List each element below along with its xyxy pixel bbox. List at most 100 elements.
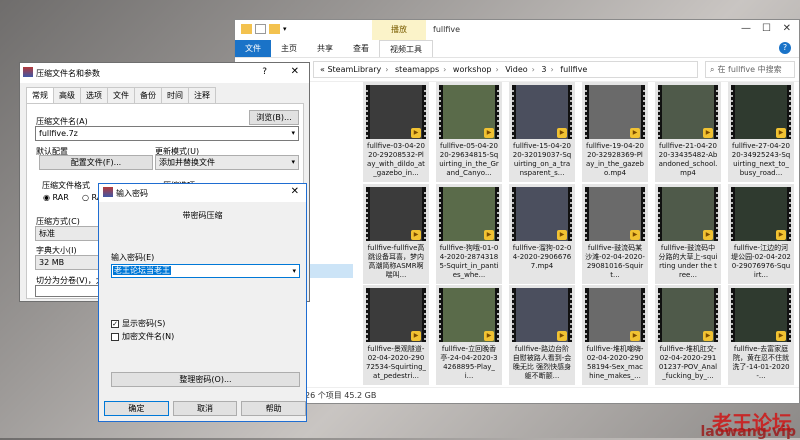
file-tile[interactable]: ▶ fullfive-03-04-2020-29208532-Play_with_… [363,82,429,182]
file-tile[interactable]: ▶ fullfive-19-04-2020-32928369-Play_in_th… [582,82,648,182]
tab-time[interactable]: 时间 [161,87,189,103]
video-thumbnail: ▶ [658,288,718,343]
folder-icon[interactable] [241,24,252,34]
file-tile[interactable]: ▶ fullfive-鼓流码某沙滩-02-04-2020-29081016-Squ… [582,183,648,284]
breadcrumb-item[interactable]: Video [505,65,527,74]
breadcrumb-item[interactable]: steamapps [395,65,439,74]
file-name: fullfive-路边台阶自慰被路人看到-会晚无比 强烈快感身躯不断颤... [512,345,572,381]
file-tile[interactable]: ▶ fullfive-fullfive高跳设备耳喜，梦内高潮简称ASMR啊喘叫..… [363,183,429,284]
password-input[interactable]: 老王论坛当老王 ▾ [111,264,300,278]
close-icon[interactable]: ✕ [291,66,299,77]
cancel-button[interactable]: 取消 [172,401,238,416]
file-tile[interactable]: ▶ fullfive-堆机肛交-02-04-2020-29101237-POV_A… [655,285,721,386]
minimize-icon[interactable]: — [741,23,751,34]
file-tile[interactable]: ▶ fullfive-江边的河堤公园-02-04-2020-29076976-Sq… [728,183,794,284]
tab-options[interactable]: 选项 [80,87,108,103]
split-input[interactable] [35,285,105,297]
show-password-checkbox[interactable]: ✓ 显示密码(S) [111,318,165,329]
play-icon: ▶ [703,229,713,240]
breadcrumb-item[interactable]: SteamLibrary [327,65,381,74]
update-mode-select[interactable]: 添加并替换文件 ▾ [155,155,299,170]
tab-backup[interactable]: 备份 [134,87,162,103]
close-icon[interactable]: ✕ [291,186,299,197]
encrypt-names-checkbox[interactable]: 加密文件名(N) [111,331,174,342]
file-tile[interactable]: ▶ fullfive-27-04-2020-34925243-Squirting_… [728,82,794,182]
ok-button[interactable]: 确定 [104,401,169,416]
manage-passwords-button[interactable]: 整理密码(O)... [111,372,300,387]
video-thumbnail: ▶ [658,85,718,139]
address-row: ← → ˅ ↑ « SteamLibrary› steamapps› works… [235,58,799,82]
context-tab-play[interactable]: 播放 [372,20,426,40]
profile-button[interactable]: 配置文件(F)... [39,155,153,170]
file-tile[interactable]: ▶ fullfive-堆机嘲嗨-02-04-2020-29058194-Sex_m… [582,285,648,386]
video-thumbnail: ▶ [366,85,426,139]
maximize-icon[interactable]: ☐ [762,23,771,34]
tab-view[interactable]: 查看 [343,40,379,57]
new-folder-icon[interactable] [269,24,280,34]
breadcrumb-item[interactable]: fullfive [560,65,587,74]
help-icon[interactable]: ? [262,67,267,77]
file-tile[interactable]: ▶ fullfive-鼓流码中分路的大草上-squirting under the… [655,183,721,284]
chevron-down-icon[interactable]: ▾ [283,24,294,34]
video-thumbnail: ▶ [731,186,791,241]
tab-share[interactable]: 共享 [307,40,343,57]
method-select[interactable]: 标准 [35,226,105,241]
tab-comment[interactable]: 注释 [188,87,216,103]
file-grid: ▶ fullfive-03-04-2020-29208532-Play_with_… [363,82,795,386]
help-button[interactable]: 帮助 [241,401,307,416]
tab-advanced[interactable]: 高级 [53,87,81,103]
play-icon: ▶ [411,128,421,138]
archive-name-input[interactable]: fullfive.7z ▾ [35,126,299,141]
video-thumbnail: ▶ [658,186,718,241]
file-name: fullfive-堆机肛交-02-04-2020-29101237-POV_An… [658,345,718,381]
dict-select[interactable]: 32 MB [35,255,105,270]
file-tile[interactable]: ▶ fullfive-15-04-2020-32019037-Squirting_… [509,82,575,182]
video-thumbnail: ▶ [512,288,572,343]
file-name: fullfive-立回晚香亭-24-04-2020-34268895-Play_… [440,345,498,381]
archive-tabs: 常规 高级 选项 文件 备份 时间 注释 [26,87,216,104]
play-icon: ▶ [630,229,640,240]
play-icon: ▶ [484,128,494,138]
tab-video-tools[interactable]: 视频工具 [379,40,433,57]
search-input[interactable]: ⌕ 在 fullfive 中搜索 [705,61,795,78]
file-tile[interactable]: ▶ fullfive-去富家庭院，黄在忍不住就洗了-14-01-2020-... [728,285,794,386]
play-icon: ▶ [630,128,640,138]
file-tile[interactable]: ▶ fullfive-狗哦-01-04-2020-28743185-Squirt_… [436,183,502,284]
breadcrumb-item[interactable]: workshop [453,65,492,74]
tab-file[interactable]: 文件 [235,40,271,57]
chevron-down-icon[interactable]: ▾ [291,127,295,140]
file-tile[interactable]: ▶ fullfive-景观隧道-02-04-2020-29072534-Squir… [363,285,429,386]
breadcrumb-item[interactable]: 3 [541,65,546,74]
help-icon[interactable]: ? [779,42,791,54]
chevron-down-icon[interactable]: ▾ [291,156,295,169]
show-password-label: 显示密码(S) [122,319,166,328]
file-tile[interactable]: ▶ fullfive-溜狗-02-04-2020-29066767.mp4 [509,183,575,284]
file-name: fullfive-溜狗-02-04-2020-29066767.mp4 [512,243,572,270]
password-dialog-title: 输入密码 [116,189,148,198]
file-tile[interactable]: ▶ fullfive-路边台阶自慰被路人看到-会晚无比 强烈快感身躯不断颤... [509,285,575,386]
format-rar-radio[interactable]: ◉ RAR [43,193,69,202]
file-name: fullfive-05-04-2020-29634815-Squirting_i… [439,142,499,177]
checkbox-empty-icon [111,332,119,341]
explorer-titlebar: ▾ 播放 fullfive — ☐ ✕ [235,20,799,40]
file-tile[interactable]: ▶ fullfive-21-04-2020-33435482-Abandoned_… [655,82,721,182]
play-icon: ▶ [557,331,567,342]
browse-button[interactable]: 浏览(B)... [249,110,299,125]
format-label: 压缩文件格式 [42,181,90,190]
video-thumbnail: ▶ [585,85,645,139]
address-bar[interactable]: « SteamLibrary › steamapps › workshop › Vid… [313,61,698,78]
search-placeholder: 在 fullfive 中搜索 [717,65,782,74]
video-thumbnail: ▶ [439,85,499,139]
video-thumbnail: ▶ [512,186,572,241]
file-tile[interactable]: ▶ fullfive-立回晚香亭-24-04-2020-34268895-Play… [436,285,502,386]
file-tile[interactable]: ▶ fullfive-05-04-2020-29634815-Squirting_… [436,82,502,182]
tab-home[interactable]: 主页 [271,40,307,57]
properties-icon[interactable] [255,24,266,34]
close-icon[interactable]: ✕ [783,23,791,34]
file-name: fullfive-27-04-2020-34925243-Squirting_n… [731,142,791,177]
password-dialog-titlebar: 输入密码 ✕ [99,184,306,202]
file-name: fullfive-去富家庭院，黄在忍不住就洗了-14-01-2020-... [732,345,790,381]
tab-files[interactable]: 文件 [107,87,135,103]
chevron-down-icon[interactable]: ▾ [292,265,296,277]
tab-general[interactable]: 常规 [26,87,54,104]
